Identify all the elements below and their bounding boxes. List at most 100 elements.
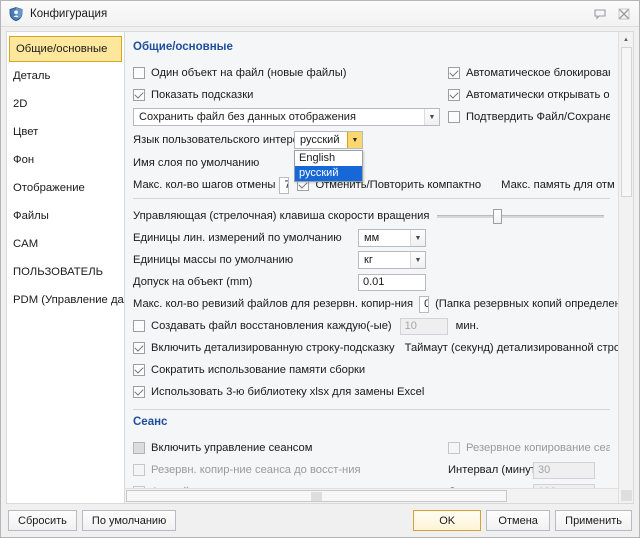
checkbox-label: Автоматически открывать окно ошиб xyxy=(466,89,610,101)
session-interval-input[interactable]: 30 xyxy=(533,462,595,479)
footer-action-buttons: OK Отмена Применить xyxy=(413,510,632,531)
title-bar: Конфигурация xyxy=(1,1,639,27)
sidebar-item-background[interactable]: Фон xyxy=(7,146,124,174)
default-linear-units-combo[interactable]: мм ▼ xyxy=(358,229,426,247)
scroll-up-arrow-icon[interactable]: ▲ xyxy=(619,32,634,47)
sidebar-item-general[interactable]: Общие/основные xyxy=(9,36,122,62)
settings-sidebar[interactable]: Общие/основные Деталь 2D Цвет Фон Отобра… xyxy=(6,31,124,504)
checkbox-auto-open-error-window[interactable]: Автоматически открывать окно ошиб xyxy=(448,89,610,101)
checkbox-box xyxy=(133,67,145,79)
label-backup-folder-note: (Папка резервных копий определена на вкл… xyxy=(435,298,618,310)
slider-thumb[interactable] xyxy=(493,209,502,224)
label-max-undo-steps: Макс. кол-во шагов отмены xyxy=(133,179,275,191)
sidebar-item-label: Деталь xyxy=(13,70,50,82)
sidebar-item-files[interactable]: Файлы xyxy=(7,202,124,230)
sidebar-item-label: ПОЛЬЗОВАТЕЛЬ xyxy=(13,266,103,278)
checkbox-label: Использовать 3-ю библиотеку xlsx для зам… xyxy=(151,386,424,398)
sidebar-item-label: Файлы xyxy=(13,210,49,222)
autosave-interval-input[interactable]: 10 xyxy=(400,318,448,335)
row-max-backup-revisions: Макс. кол-во ревизий файлов для резервн.… xyxy=(133,293,610,315)
row-rotation-speed: Управляющая (стрелочная) клавиша скорост… xyxy=(133,205,610,227)
chevron-down-icon: ▼ xyxy=(347,132,362,148)
checkbox-backup-before-restore[interactable]: Резервн. копир-ние сеанса до восст-ния xyxy=(133,464,448,476)
sidebar-item-part[interactable]: Деталь xyxy=(7,62,124,90)
dropdown-option-russian[interactable]: русский xyxy=(295,166,362,181)
row-ui-language: Язык пользовательского интерфейса русски… xyxy=(133,128,610,152)
label-max-backup-revisions: Макс. кол-во ревизий файлов для резервн.… xyxy=(133,298,413,310)
checkbox-label: Включить детализированную строку-подсказ… xyxy=(151,342,395,354)
checkbox-detailed-hint-line[interactable]: Включить детализированную строку-подсказ… xyxy=(133,342,395,354)
row-max-undo-steps: Макс. кол-во шагов отмены 75 Отменить/По… xyxy=(133,174,610,196)
save-mode-combo[interactable]: Сохранить файл без данных отображения ▼ xyxy=(133,108,440,126)
checkbox-box xyxy=(448,67,460,79)
checkbox-show-hints[interactable]: Показать подсказки xyxy=(133,89,448,101)
label-object-tolerance: Допуск на объект (mm) xyxy=(133,276,358,288)
rotation-speed-slider[interactable] xyxy=(437,207,604,225)
checkbox-use-xlsx-library[interactable]: Использовать 3-ю библиотеку xlsx для зам… xyxy=(133,386,424,398)
row-use-xlsx-library: Использовать 3-ю библиотеку xlsx для зам… xyxy=(133,381,610,403)
checkbox-reduce-assembly-memory[interactable]: Сократить использование памяти сборки xyxy=(133,364,365,376)
chevron-down-icon: ▼ xyxy=(424,109,439,125)
field-session-interval: Интервал (минуты) 30 xyxy=(448,462,610,479)
cancel-button[interactable]: Отмена xyxy=(486,510,550,531)
default-mass-units-value: кг xyxy=(364,254,410,266)
label-ui-language: Язык пользовательского интерфейса xyxy=(133,134,290,146)
sidebar-item-display[interactable]: Отображение xyxy=(7,174,124,202)
sidebar-item-pdm[interactable]: PDM (Управление дан... xyxy=(7,286,124,314)
max-backup-revisions-input[interactable]: 0 xyxy=(419,296,429,313)
label-default-layer-name: Имя слоя по умолчанию xyxy=(133,157,290,169)
checkbox-box xyxy=(133,364,145,376)
object-tolerance-input[interactable]: 0.01 xyxy=(358,274,426,291)
sidebar-item-label: Фон xyxy=(13,154,34,166)
close-icon[interactable] xyxy=(613,4,635,24)
default-mass-units-combo[interactable]: кг ▼ xyxy=(358,251,426,269)
label-default-linear-units: Единицы лин. измерений по умолчанию xyxy=(133,232,358,244)
vertical-scrollbar-thumb[interactable] xyxy=(621,47,632,197)
ui-language-dropdown-list[interactable]: English русский xyxy=(294,150,363,182)
horizontal-scrollbar[interactable] xyxy=(125,488,618,503)
checkbox-enable-session-management[interactable]: Включить управление сеансом xyxy=(133,442,448,454)
sidebar-item-2d[interactable]: 2D xyxy=(7,90,124,118)
help-bubble-icon[interactable] xyxy=(589,4,611,24)
checkbox-box xyxy=(448,111,460,123)
ok-button[interactable]: OK xyxy=(413,510,481,531)
sidebar-item-label: Отображение xyxy=(13,182,85,194)
sidebar-item-cam[interactable]: CAM xyxy=(7,230,124,258)
checkbox-autosave[interactable]: Создавать файл восстановления каждую(-ые… xyxy=(133,320,392,332)
app-shield-icon xyxy=(8,6,24,22)
reset-button[interactable]: Сбросить xyxy=(8,510,77,531)
sidebar-item-label: PDM (Управление дан... xyxy=(13,294,124,306)
section-title-general: Общие/основные xyxy=(133,41,610,53)
apply-button[interactable]: Применить xyxy=(555,510,632,531)
dropdown-option-english[interactable]: English xyxy=(295,151,362,166)
checkbox-single-object-per-file[interactable]: Один объект на файл (новые файлы) xyxy=(133,67,448,79)
max-undo-steps-input[interactable]: 75 xyxy=(279,177,289,194)
window-title: Конфигурация xyxy=(30,8,589,20)
sidebar-item-label: 2D xyxy=(13,98,27,110)
vertical-scrollbar-track[interactable] xyxy=(621,197,632,490)
configuration-window: Конфигурация Общие/основные Деталь xyxy=(0,0,640,538)
vertical-scrollbar[interactable]: ▲ xyxy=(618,32,633,503)
sidebar-item-label: Цвет xyxy=(13,126,38,138)
horizontal-scrollbar-thumb[interactable] xyxy=(126,490,507,502)
defaults-button[interactable]: По умолчанию xyxy=(82,510,176,531)
ui-language-combo[interactable]: русский ▼ xyxy=(294,131,363,149)
checkbox-label: Резервное копирование сеанса xyxy=(466,442,610,454)
chevron-down-icon: ▼ xyxy=(410,230,425,246)
checkbox-box xyxy=(133,320,145,332)
ui-language-value: русский xyxy=(300,134,347,146)
label-session-interval: Интервал (минуты) xyxy=(448,464,533,476)
label-max-undo-memory: Макс. память для отм xyxy=(501,179,615,191)
sidebar-item-color[interactable]: Цвет xyxy=(7,118,124,146)
checkbox-session-backup[interactable]: Резервное копирование сеанса напомі xyxy=(448,440,610,457)
row-object-tolerance: Допуск на объект (mm) 0.01 xyxy=(133,271,610,293)
settings-panel: Общие/основные Один объект на файл (новы… xyxy=(124,31,634,504)
label-rotation-speed: Управляющая (стрелочная) клавиша скорост… xyxy=(133,210,429,222)
checkbox-auto-lock-files[interactable]: Автоматическое блокирование файлс xyxy=(448,67,610,79)
checkbox-box xyxy=(133,342,145,354)
row-autosave: Создавать файл восстановления каждую(-ые… xyxy=(133,315,610,337)
sidebar-item-label: CAM xyxy=(13,238,38,250)
sidebar-item-user[interactable]: ПОЛЬЗОВАТЕЛЬ xyxy=(7,258,124,286)
default-linear-units-value: мм xyxy=(364,232,410,244)
checkbox-confirm-file-save[interactable]: Подтвердить Файл/Сохранение xyxy=(448,111,610,123)
